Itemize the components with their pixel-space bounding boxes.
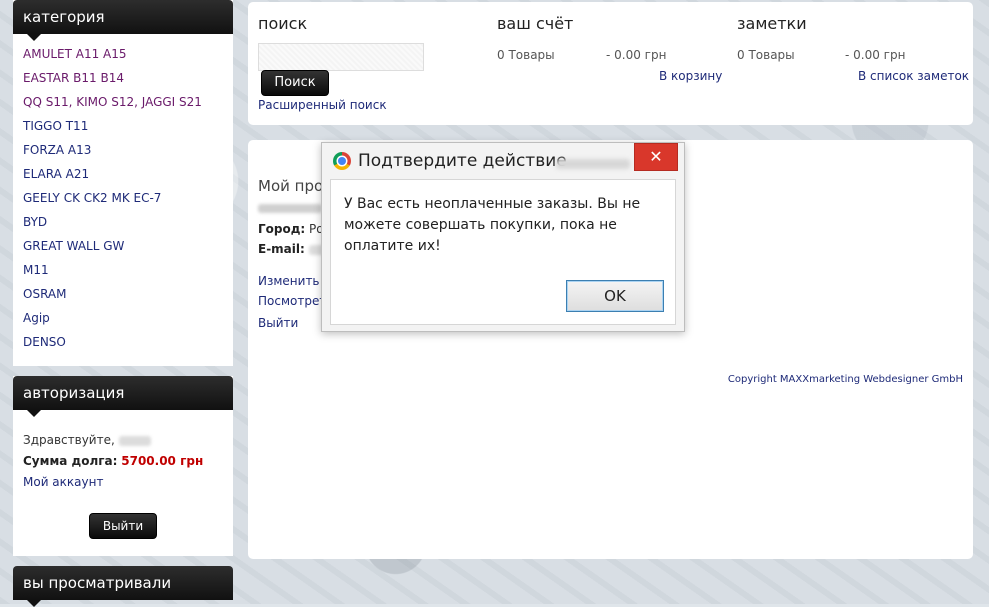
category-item[interactable]: M11 — [23, 258, 233, 282]
debt-label: Сумма долга: — [23, 454, 118, 468]
notes-sum: - 0.00 грн — [845, 48, 906, 62]
category-item[interactable]: FORZA A13 — [23, 138, 233, 162]
dialog-title: Подтвердите действие — [358, 151, 567, 171]
category-item[interactable]: TIGGO T11 — [23, 114, 233, 138]
close-icon[interactable]: ✕ — [634, 143, 678, 171]
category-item[interactable]: EASTAR B11 B14 — [23, 66, 233, 90]
sidebar: категория AMULET A11 A15 EASTAR B11 B14 QQ… — [13, 0, 233, 607]
category-item[interactable]: ELARA A21 — [23, 162, 233, 186]
debt-value: 5700.00 грн — [121, 454, 204, 468]
logout-button[interactable]: Выйти — [89, 513, 157, 539]
name-redacted — [258, 204, 322, 213]
auth-body: Здравствуйте, Сумма долга: 5700.00 грн М… — [13, 410, 233, 549]
auth-block: авторизация Здравствуйте, Сумма долга: 5… — [13, 376, 233, 556]
dialog-message: У Вас есть неоплаченные заказы. Вы не мо… — [344, 196, 641, 254]
category-item[interactable]: DENSO — [23, 330, 233, 354]
viewed-header: вы просматривали — [13, 566, 233, 607]
username-redacted — [118, 435, 151, 446]
category-item[interactable]: GEELY CK CK2 MK EC-7 — [23, 186, 233, 210]
cart-link[interactable]: В корзину — [659, 69, 722, 83]
notes-link[interactable]: В список заметок — [858, 69, 969, 83]
notes-title: заметки — [737, 14, 807, 33]
advanced-search-link[interactable]: Расширенный поиск — [258, 98, 387, 112]
chrome-icon — [333, 152, 351, 170]
site-name-redacted — [556, 159, 630, 169]
search-input[interactable] — [258, 43, 424, 71]
category-block: категория AMULET A11 A15 EASTAR B11 B14 QQ… — [13, 0, 233, 366]
account-items: 0 Товары — [497, 48, 555, 62]
category-item[interactable]: Agip — [23, 306, 233, 330]
category-item[interactable]: OSRAM — [23, 282, 233, 306]
header-notch — [27, 410, 41, 417]
category-header: категория — [13, 0, 233, 41]
account-title: ваш счёт — [497, 14, 574, 33]
header-notch — [27, 34, 41, 41]
account-sum: - 0.00 грн — [606, 48, 667, 62]
viewed-block: вы просматривали — [13, 566, 233, 607]
logout-link[interactable]: Выйти — [258, 316, 298, 330]
email-label: E-mail: — [258, 242, 305, 256]
category-item[interactable]: QQ S11, KIMO S12, JAGGI S21 — [23, 90, 233, 114]
search-title: поиск — [258, 14, 308, 33]
confirm-dialog: Подтвердите действие ✕ У Вас есть неопла… — [321, 142, 685, 332]
city-label: Город: — [258, 222, 306, 236]
category-item[interactable]: GREAT WALL GW — [23, 234, 233, 258]
dialog-body: У Вас есть неоплаченные заказы. Вы не мо… — [330, 179, 676, 325]
viewed-title: вы просматривали — [23, 574, 172, 592]
my-account-link[interactable]: Мой аккаунт — [23, 475, 103, 489]
category-item[interactable]: BYD — [23, 210, 233, 234]
category-title: категория — [23, 8, 105, 26]
auth-title: авторизация — [23, 384, 125, 402]
ok-button[interactable]: OK — [566, 280, 664, 312]
top-panel: поиск Поиск Расширенный поиск ваш счёт 0… — [248, 2, 973, 125]
copyright-text: Copyright MAXXmarketing Webdesigner GmbH — [727, 374, 963, 385]
greeting-text: Здравствуйте, — [23, 433, 115, 447]
category-item[interactable]: AMULET A11 A15 — [23, 42, 233, 66]
category-list: AMULET A11 A15 EASTAR B11 B14 QQ S11, KIMO… — [13, 34, 233, 366]
search-button[interactable]: Поиск — [261, 70, 329, 96]
auth-header: авторизация — [13, 376, 233, 417]
notes-items: 0 Товары — [737, 48, 795, 62]
